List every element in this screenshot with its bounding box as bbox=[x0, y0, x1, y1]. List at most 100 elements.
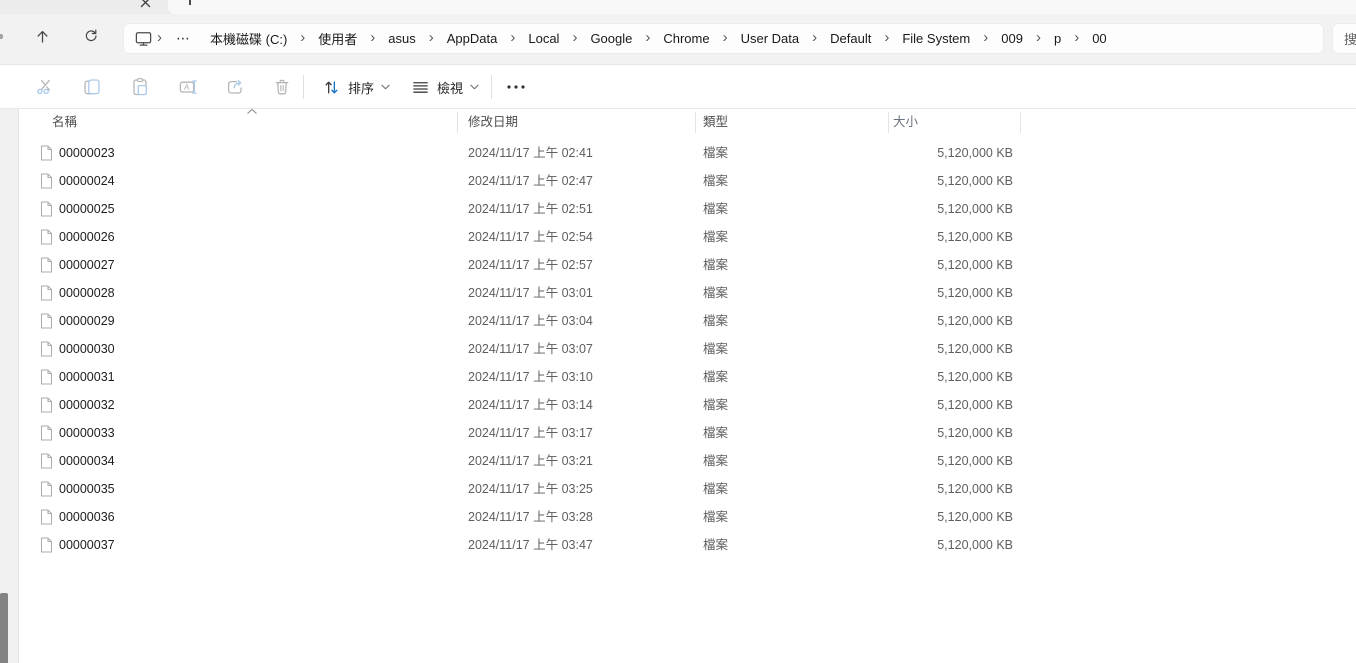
file-row[interactable]: 00000037 2024/11/17 上午 03:47 檔案 5,120,00… bbox=[19, 531, 1356, 559]
copy-button[interactable] bbox=[82, 77, 102, 97]
column-header-type[interactable]: 類型 bbox=[703, 109, 728, 136]
sort-button[interactable]: 排序 bbox=[316, 73, 396, 101]
chevron-right-icon: › bbox=[880, 29, 893, 48]
file-name: 00000032 bbox=[59, 391, 115, 419]
file-name: 00000028 bbox=[59, 279, 115, 307]
breadcrumb-item[interactable]: Google bbox=[581, 28, 641, 49]
file-name: 00000027 bbox=[59, 251, 115, 279]
file-modified-date: 2024/11/17 上午 02:57 bbox=[468, 251, 593, 279]
file-row[interactable]: 00000035 2024/11/17 上午 03:25 檔案 5,120,00… bbox=[19, 475, 1356, 503]
chevron-right-icon: › bbox=[568, 29, 581, 48]
breadcrumb-item[interactable]: File System bbox=[893, 28, 979, 49]
file-row[interactable]: 00000034 2024/11/17 上午 03:21 檔案 5,120,00… bbox=[19, 447, 1356, 475]
file-size: 5,120,000 KB bbox=[869, 167, 1013, 195]
breadcrumb-item[interactable]: 本機磁碟 (C:) bbox=[201, 26, 296, 51]
breadcrumb-item[interactable]: asus bbox=[379, 28, 424, 49]
column-header-name[interactable]: 名稱 bbox=[52, 109, 77, 136]
file-row[interactable]: 00000025 2024/11/17 上午 02:51 檔案 5,120,00… bbox=[19, 195, 1356, 223]
file-modified-date: 2024/11/17 上午 03:47 bbox=[468, 531, 593, 559]
file-list: 00000023 2024/11/17 上午 02:41 檔案 5,120,00… bbox=[19, 139, 1356, 559]
refresh-icon bbox=[83, 28, 99, 44]
chevron-right-icon: › bbox=[153, 29, 166, 48]
breadcrumb-item[interactable]: Chrome bbox=[654, 28, 718, 49]
active-tab[interactable] bbox=[168, 0, 1356, 14]
rename-button[interactable]: A bbox=[178, 77, 198, 97]
file-icon bbox=[40, 145, 53, 161]
file-row[interactable]: 00000031 2024/11/17 上午 03:10 檔案 5,120,00… bbox=[19, 363, 1356, 391]
see-more-button[interactable] bbox=[502, 77, 530, 97]
file-row[interactable]: 00000023 2024/11/17 上午 02:41 檔案 5,120,00… bbox=[19, 139, 1356, 167]
file-icon bbox=[40, 369, 53, 385]
refresh-button[interactable] bbox=[76, 21, 106, 51]
file-modified-date: 2024/11/17 上午 03:25 bbox=[468, 475, 593, 503]
ellipsis-icon bbox=[506, 84, 526, 90]
file-modified-date: 2024/11/17 上午 03:21 bbox=[468, 447, 593, 475]
search-input[interactable]: 搜尋 bbox=[1332, 23, 1356, 54]
chevron-right-icon: › bbox=[296, 29, 309, 48]
file-icon bbox=[40, 201, 53, 217]
breadcrumb-item[interactable]: 009 bbox=[992, 28, 1032, 49]
navigation-bar: › ⋯ 本機磁碟 (C:)›使用者›asus›AppData›Local›Goo… bbox=[0, 14, 1356, 65]
file-row[interactable]: 00000026 2024/11/17 上午 02:54 檔案 5,120,00… bbox=[19, 223, 1356, 251]
breadcrumb-item[interactable]: Default bbox=[821, 28, 880, 49]
search-text: 搜尋 bbox=[1344, 29, 1356, 48]
file-row[interactable]: 00000033 2024/11/17 上午 03:17 檔案 5,120,00… bbox=[19, 419, 1356, 447]
address-bar[interactable]: › ⋯ 本機磁碟 (C:)›使用者›asus›AppData›Local›Goo… bbox=[123, 23, 1324, 54]
cut-button[interactable] bbox=[35, 77, 55, 97]
share-button[interactable] bbox=[225, 77, 245, 97]
breadcrumb-item[interactable]: AppData bbox=[438, 28, 507, 49]
breadcrumb-item[interactable]: 使用者 bbox=[309, 26, 366, 51]
sort-label: 排序 bbox=[348, 78, 374, 97]
file-row[interactable]: 00000024 2024/11/17 上午 02:47 檔案 5,120,00… bbox=[19, 167, 1356, 195]
breadcrumb-item[interactable]: p bbox=[1045, 28, 1070, 49]
file-modified-date: 2024/11/17 上午 02:54 bbox=[468, 223, 593, 251]
clipped-nav-icon bbox=[0, 34, 3, 39]
breadcrumb-ellipsis[interactable]: ⋯ bbox=[166, 30, 201, 47]
column-separator bbox=[457, 112, 458, 133]
file-row[interactable]: 00000029 2024/11/17 上午 03:04 檔案 5,120,00… bbox=[19, 307, 1356, 335]
file-row[interactable]: 00000032 2024/11/17 上午 03:14 檔案 5,120,00… bbox=[19, 391, 1356, 419]
file-name: 00000031 bbox=[59, 363, 115, 391]
breadcrumb-item[interactable]: 00 bbox=[1083, 28, 1115, 49]
file-row[interactable]: 00000028 2024/11/17 上午 03:01 檔案 5,120,00… bbox=[19, 279, 1356, 307]
file-size: 5,120,000 KB bbox=[869, 223, 1013, 251]
column-header-modified[interactable]: 修改日期 bbox=[468, 109, 518, 136]
file-icon bbox=[40, 341, 53, 357]
file-icon bbox=[40, 453, 53, 469]
file-size: 5,120,000 KB bbox=[869, 279, 1013, 307]
file-size: 5,120,000 KB bbox=[869, 363, 1013, 391]
file-size: 5,120,000 KB bbox=[869, 391, 1013, 419]
view-button[interactable]: 檢視 bbox=[405, 73, 485, 101]
breadcrumb-item[interactable]: User Data bbox=[732, 28, 809, 49]
breadcrumb-item[interactable]: Local bbox=[519, 28, 568, 49]
file-name: 00000033 bbox=[59, 419, 115, 447]
file-type: 檔案 bbox=[703, 419, 728, 447]
sort-ascending-caret-icon bbox=[246, 108, 258, 115]
file-row[interactable]: 00000036 2024/11/17 上午 03:28 檔案 5,120,00… bbox=[19, 503, 1356, 531]
scrollbar-thumb[interactable] bbox=[0, 593, 8, 663]
file-size: 5,120,000 KB bbox=[869, 139, 1013, 167]
chevron-down-icon bbox=[470, 84, 479, 90]
file-icon bbox=[40, 481, 53, 497]
file-size: 5,120,000 KB bbox=[869, 531, 1013, 559]
file-row[interactable]: 00000027 2024/11/17 上午 02:57 檔案 5,120,00… bbox=[19, 251, 1356, 279]
file-row[interactable]: 00000030 2024/11/17 上午 03:07 檔案 5,120,00… bbox=[19, 335, 1356, 363]
chevron-right-icon: › bbox=[506, 29, 519, 48]
new-tab-icon[interactable] bbox=[189, 0, 191, 5]
close-tab-icon[interactable] bbox=[140, 0, 151, 8]
command-toolbar: A 排序 bbox=[0, 65, 1356, 109]
file-type: 檔案 bbox=[703, 503, 728, 531]
paste-button[interactable] bbox=[130, 77, 150, 97]
delete-button[interactable] bbox=[272, 77, 292, 97]
up-button[interactable] bbox=[27, 21, 57, 51]
chevron-right-icon: › bbox=[808, 29, 821, 48]
file-icon bbox=[40, 173, 53, 189]
arrow-up-icon bbox=[34, 28, 51, 45]
column-header-size[interactable]: 大小 bbox=[893, 109, 918, 136]
file-icon bbox=[40, 313, 53, 329]
file-size: 5,120,000 KB bbox=[869, 307, 1013, 335]
tab-bar bbox=[0, 0, 1356, 14]
column-separator bbox=[1020, 112, 1021, 133]
left-rail bbox=[0, 109, 19, 663]
toolbar-divider bbox=[303, 75, 304, 99]
